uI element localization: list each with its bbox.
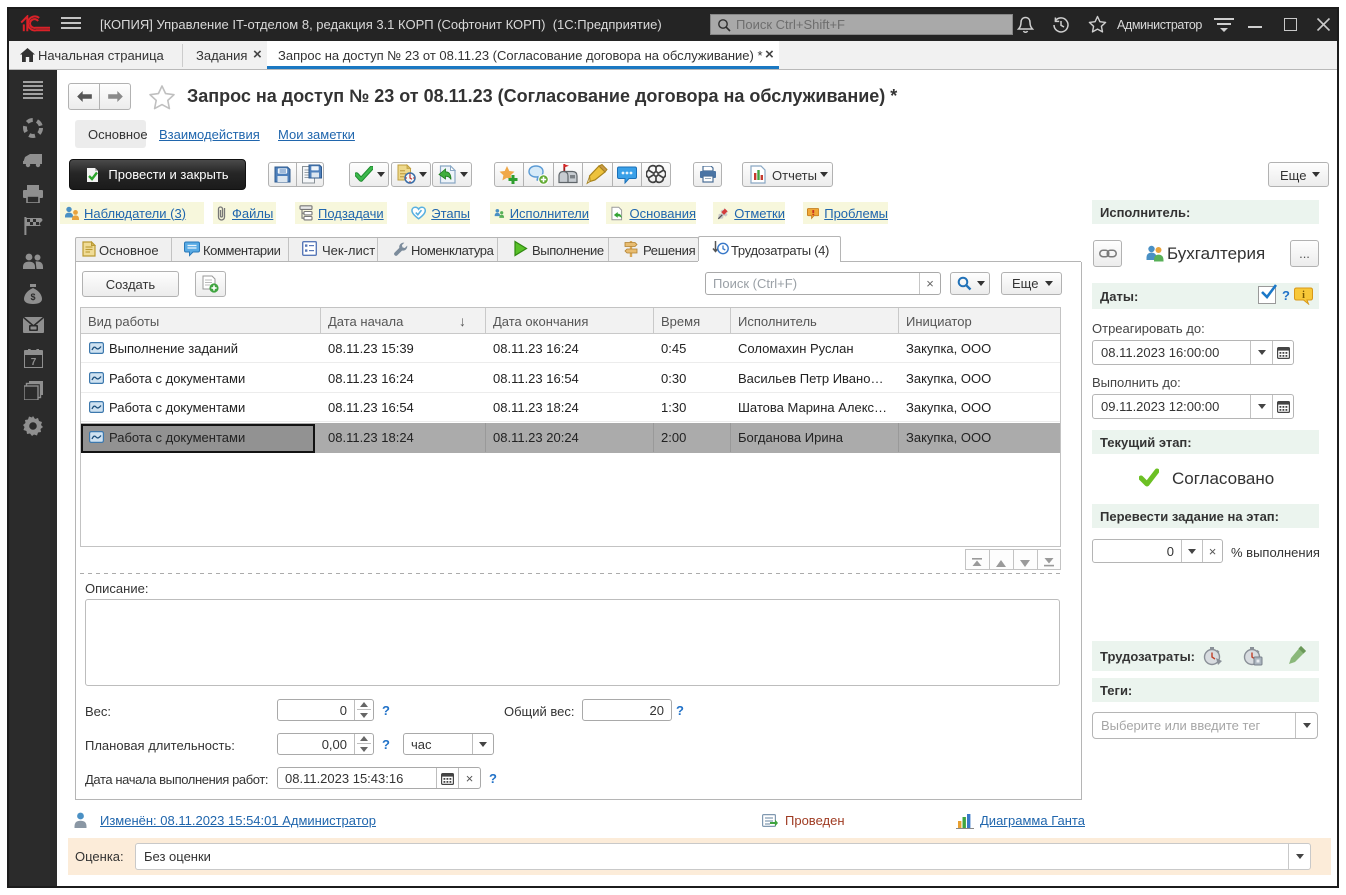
svg-text:$: $ [30, 292, 35, 302]
svg-text:7: 7 [31, 357, 37, 368]
svg-text:i: i [1302, 290, 1305, 301]
